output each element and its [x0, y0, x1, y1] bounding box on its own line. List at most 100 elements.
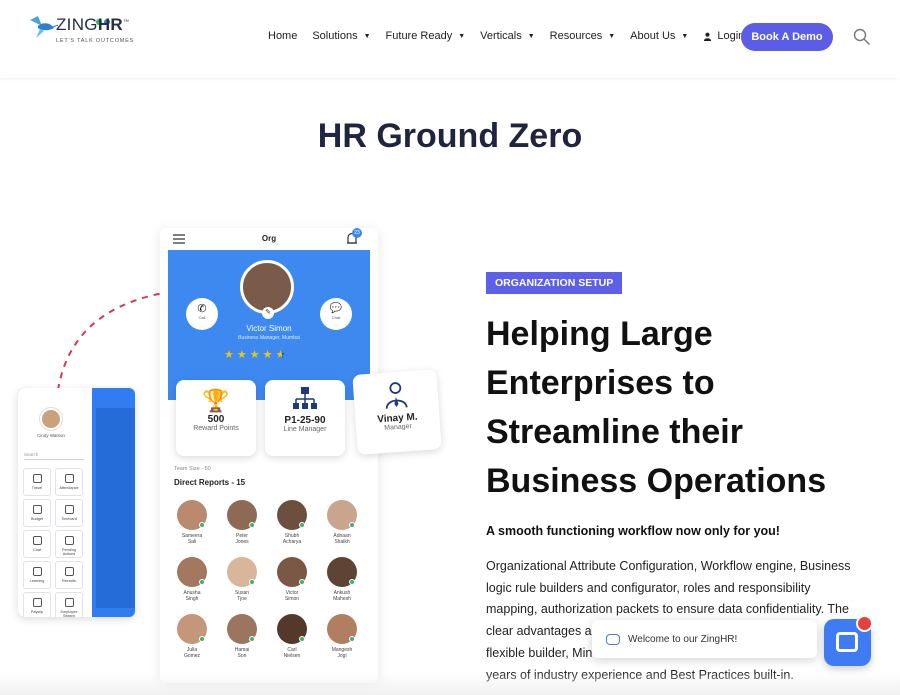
app-tile[interactable]: Payslip	[23, 592, 51, 617]
site-header: ZINGHR™ LET'S TALK OUTCOMES Home Solutio…	[0, 0, 900, 78]
section-subheading: A smooth functioning workflow now only f…	[486, 524, 780, 538]
tile-icon	[33, 505, 42, 514]
report-name: Anusha Singh	[183, 590, 201, 602]
tile-icon	[65, 505, 74, 514]
status-dot	[199, 636, 205, 642]
chevron-down-icon: ▼	[681, 32, 689, 40]
report-avatar[interactable]	[327, 614, 357, 644]
user-icon	[704, 32, 712, 41]
tile-icon	[33, 567, 42, 576]
report-avatar[interactable]	[227, 500, 257, 530]
side-phone-mockup: Cindy Watson Search Travel Attendance Budg…	[18, 388, 135, 617]
report-name: Shubh Acharya	[282, 533, 302, 545]
status-dot	[249, 522, 255, 528]
report-avatar[interactable]	[277, 557, 307, 587]
section-heading: Helping Large Enterprises to Streamline …	[486, 315, 827, 500]
report-avatar[interactable]	[177, 614, 207, 644]
status-dot	[199, 579, 205, 585]
status-dot	[249, 636, 255, 642]
side-search-field[interactable]: Search	[24, 452, 84, 460]
profile-role: Business Manager, Mumbai	[238, 335, 300, 341]
bot-icon	[606, 633, 620, 645]
page-title: HR Ground Zero	[317, 117, 583, 155]
nav-about-us[interactable]: About Us ▼	[630, 30, 688, 42]
report-name: Adnaan Shaikh	[333, 533, 351, 545]
nav-verticals[interactable]: Verticals ▼	[480, 30, 535, 42]
star-icon: ★	[236, 349, 250, 361]
app-tile[interactable]: Chat	[23, 530, 51, 558]
app-tile[interactable]: Recruits	[55, 561, 83, 589]
chat-welcome-popup[interactable]: Welcome to our ZingHR!	[592, 620, 817, 658]
report-name: Hamai Son	[234, 647, 250, 659]
report-avatar[interactable]	[227, 557, 257, 587]
status-dot	[249, 579, 255, 585]
app-tile[interactable]: Learning	[23, 561, 51, 589]
app-tile[interactable]: Employee Search	[55, 592, 83, 617]
line-manager-card[interactable]: P1-25-90 Line Manager	[265, 380, 345, 456]
report-name: Peter Jones	[235, 533, 249, 545]
status-dot	[199, 522, 205, 528]
star-icon: ★	[262, 349, 276, 361]
chevron-down-icon: ▼	[527, 32, 535, 40]
report-avatar[interactable]	[177, 557, 207, 587]
logo-wordmark: ZINGHR™	[56, 15, 130, 34]
status-dot	[299, 636, 305, 642]
app-tile[interactable]: Timecard	[55, 499, 83, 527]
status-dot	[299, 522, 305, 528]
login-link[interactable]: Login	[703, 30, 744, 42]
chat-notification-dot	[856, 615, 873, 632]
zinghr-logo[interactable]: ZINGHR™ LET'S TALK OUTCOMES	[28, 12, 138, 56]
profile-banner: ✎ ✆ Call 💬 Chat Victor Simon Business Ma…	[168, 250, 370, 400]
app-tile[interactable]: Attendance	[55, 468, 83, 496]
nav-resources[interactable]: Resources ▼	[550, 30, 616, 42]
search-icon[interactable]	[853, 28, 871, 46]
nav-home[interactable]: Home	[268, 30, 297, 42]
reward-points-card[interactable]: 🏆 500 Reward Points	[176, 380, 256, 456]
app-tile[interactable]: Travel	[23, 468, 51, 496]
org-chart-icon	[293, 387, 317, 409]
tile-icon	[65, 474, 74, 483]
tile-icon	[65, 598, 74, 607]
report-name: Sameera Sali	[181, 533, 203, 545]
app-tile[interactable]: Budget	[23, 499, 51, 527]
chat-icon	[836, 632, 858, 652]
section-tag: ORGANIZATION SETUP	[486, 272, 623, 294]
side-user-name: Cindy Watson	[37, 433, 65, 438]
report-name: Julia Gomez	[183, 647, 201, 659]
edit-icon[interactable]: ✎	[262, 307, 274, 319]
tile-icon	[33, 474, 42, 483]
report-avatar[interactable]	[277, 500, 307, 530]
direct-reports-title: Direct Reports - 15	[174, 478, 246, 487]
status-dot	[349, 522, 355, 528]
status-dot	[299, 579, 305, 585]
star-icon: ★	[224, 349, 237, 361]
side-phone-menu: Cindy Watson Search Travel Attendance Budg…	[18, 388, 92, 617]
profile-name: Victor Simon	[246, 324, 292, 333]
book-demo-button[interactable]: Book A Demo	[741, 23, 833, 51]
logo-tagline: LET'S TALK OUTCOMES	[56, 38, 135, 44]
report-name: Carl Nielsen	[283, 647, 301, 659]
status-dot	[349, 636, 355, 642]
trophy-icon: 🏆	[202, 388, 230, 413]
report-avatar[interactable]	[177, 500, 207, 530]
menu-icon[interactable]	[173, 234, 185, 244]
report-name: Susan Tjoe	[234, 590, 250, 602]
page: ZINGHR™ LET'S TALK OUTCOMES Home Solutio…	[0, 0, 900, 695]
star-icon: ★	[249, 349, 263, 361]
tile-icon	[65, 567, 74, 576]
hummingbird-icon	[30, 16, 58, 38]
report-avatar[interactable]	[277, 614, 307, 644]
tile-icon	[33, 536, 42, 545]
nav-solutions[interactable]: Solutions ▼	[312, 30, 370, 42]
notification-badge: 23	[352, 228, 362, 238]
report-avatar[interactable]	[327, 500, 357, 530]
report-avatar[interactable]	[327, 557, 357, 587]
nav-future-ready[interactable]: Future Ready ▼	[386, 30, 466, 42]
tile-icon	[33, 598, 42, 607]
profile-avatar	[240, 260, 294, 314]
chevron-down-icon: ▼	[363, 32, 371, 40]
manager-card[interactable]: Vinay M. Manager	[352, 369, 442, 455]
app-tile[interactable]: Pending Actions	[55, 530, 83, 558]
rating-stars: ★★★★★	[224, 348, 324, 361]
report-avatar[interactable]	[227, 614, 257, 644]
